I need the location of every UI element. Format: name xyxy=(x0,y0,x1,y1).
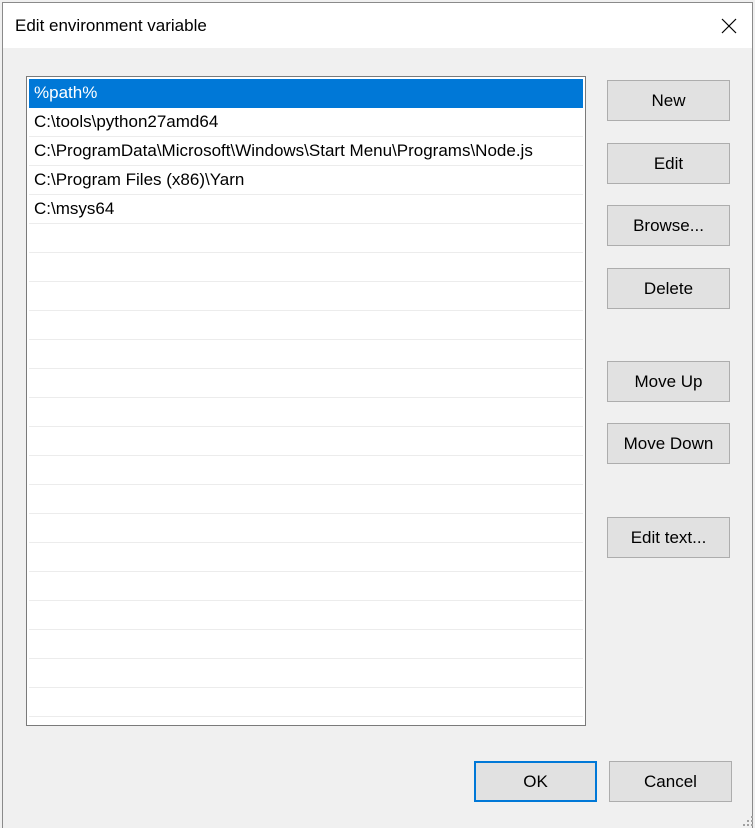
resize-grip-icon[interactable] xyxy=(743,816,753,826)
empty-list-row[interactable] xyxy=(29,398,583,427)
list-item[interactable]: C:\ProgramData\Microsoft\Windows\Start M… xyxy=(29,137,583,166)
close-button[interactable] xyxy=(706,3,752,48)
path-list[interactable]: %path% C:\tools\python27amd64 C:\ProgramDa… xyxy=(26,76,586,726)
empty-list-row[interactable] xyxy=(29,659,583,688)
edit-text-button[interactable]: Edit text... xyxy=(607,517,730,558)
list-item[interactable]: C:\tools\python27amd64 xyxy=(29,108,583,137)
empty-list-row[interactable] xyxy=(29,485,583,514)
move-down-button[interactable]: Move Down xyxy=(607,423,730,464)
new-button[interactable]: New xyxy=(607,80,730,121)
empty-list-row[interactable] xyxy=(29,282,583,311)
empty-list-row[interactable] xyxy=(29,456,583,485)
close-icon xyxy=(721,18,737,33)
list-item[interactable]: %path% xyxy=(29,79,583,108)
empty-list-row[interactable] xyxy=(29,253,583,282)
edit-button[interactable]: Edit xyxy=(607,143,730,184)
empty-list-row[interactable] xyxy=(29,369,583,398)
empty-list-row[interactable] xyxy=(29,427,583,456)
delete-button[interactable]: Delete xyxy=(607,268,730,309)
browse-button[interactable]: Browse... xyxy=(607,205,730,246)
empty-list-row[interactable] xyxy=(29,311,583,340)
title-bar: Edit environment variable xyxy=(3,3,752,48)
cancel-button[interactable]: Cancel xyxy=(609,761,732,802)
list-item[interactable]: C:\Program Files (x86)\Yarn xyxy=(29,166,583,195)
empty-list-row[interactable] xyxy=(29,688,583,717)
empty-list-row[interactable] xyxy=(29,224,583,253)
empty-list-row[interactable] xyxy=(29,340,583,369)
move-up-button[interactable]: Move Up xyxy=(607,361,730,402)
empty-list-row[interactable] xyxy=(29,572,583,601)
empty-list-row[interactable] xyxy=(29,601,583,630)
empty-list-row[interactable] xyxy=(29,630,583,659)
empty-list-row[interactable] xyxy=(29,514,583,543)
empty-list-row[interactable] xyxy=(29,543,583,572)
list-item[interactable]: C:\msys64 xyxy=(29,195,583,224)
dialog-title: Edit environment variable xyxy=(15,16,207,35)
ok-button[interactable]: OK xyxy=(474,761,597,802)
